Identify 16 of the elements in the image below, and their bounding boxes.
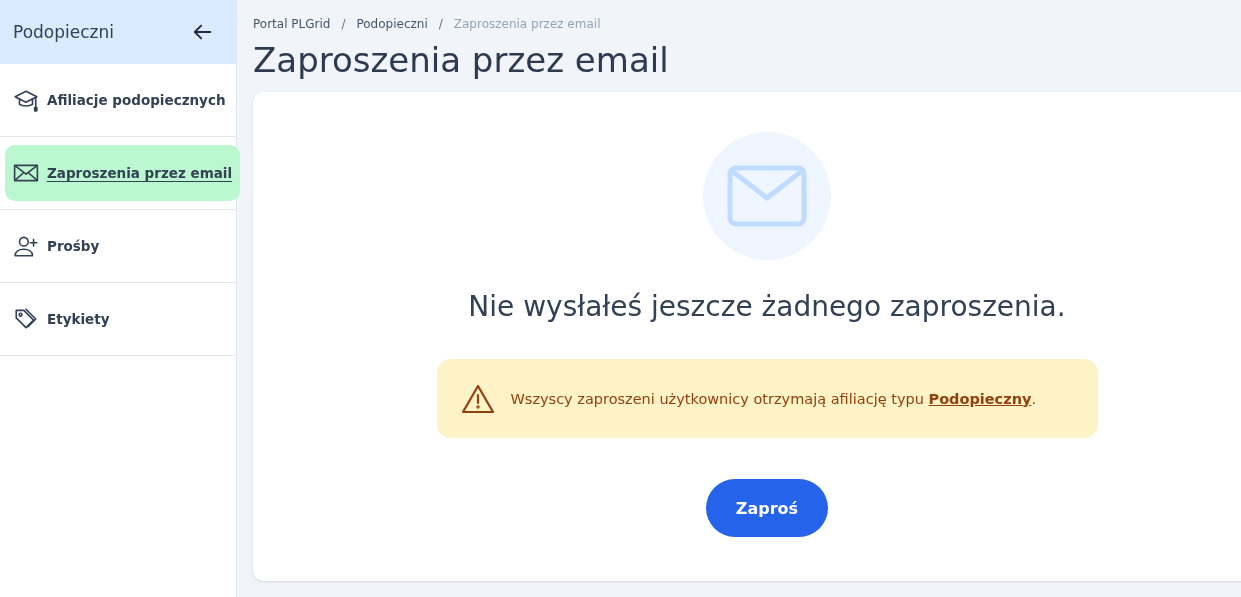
empty-message: Nie wysłałeś jeszcze żadnego zaproszenia. [468,290,1066,323]
sidebar-item[interactable]: Prośby [5,218,231,274]
breadcrumb-separator: / [438,17,443,31]
sidebar-item[interactable]: Zaproszenia przez email [5,145,241,201]
sidebar-item[interactable]: Etykiety [5,291,231,347]
warning-icon [460,383,495,414]
alert-text: Wszyscy zaproszeni użytkownicy otrzymają afiliację typu Podopieczny. [510,390,1037,407]
breadcrumb-link[interactable]: Portal PLGrid [253,17,331,31]
affiliation-link[interactable]: Podopieczny [928,390,1032,407]
invite-button[interactable]: Zaproś [706,479,828,537]
page-title: Zaproszenia przez email [253,40,670,80]
breadcrumb-separator: / [341,17,346,31]
envelope-icon [727,165,807,227]
sidebar-title: Podopieczni [13,22,114,42]
sidebar-item[interactable]: Afiliacje podopiecznych [5,72,234,128]
breadcrumb-link[interactable]: Podopieczni [356,17,428,31]
